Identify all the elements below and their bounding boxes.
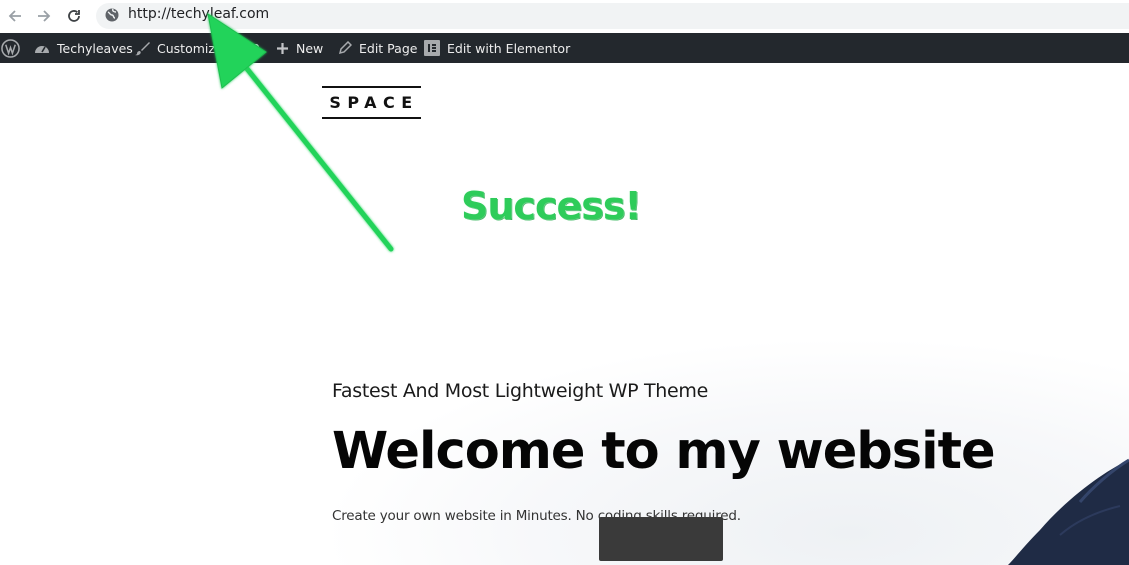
hero-cta-button[interactable] [599, 517, 723, 561]
paintbrush-icon [135, 41, 150, 56]
dashboard-gauge-icon [34, 41, 50, 55]
globe-icon[interactable] [104, 7, 120, 23]
customize-label: Customize [157, 40, 223, 56]
url-text[interactable]: http://techyleaf.com [128, 6, 269, 22]
person-shoulder-image [1008, 458, 1129, 565]
hero-tagline: Fastest And Most Lightweight WP Theme [332, 380, 709, 402]
admin-bar-customize[interactable]: Customize [135, 33, 223, 63]
plus-icon [276, 42, 289, 55]
success-annotation: Success! [461, 184, 642, 228]
browser-toolbar: http://techyleaf.com [0, 0, 1129, 33]
admin-bar-comments[interactable]: 0 [234, 33, 260, 63]
wp-admin-bar: Techyleaves Customize 0 New Edit Page Ed… [0, 33, 1129, 63]
admin-bar-new[interactable]: New [276, 33, 323, 63]
wordpress-logo-icon [1, 38, 20, 58]
reload-icon [66, 8, 82, 24]
edit-page-label: Edit Page [359, 40, 418, 56]
comment-icon [234, 42, 248, 55]
reload-button[interactable] [64, 6, 84, 26]
arrow-right-icon [36, 8, 52, 24]
site-logo[interactable]: SPACE [322, 86, 421, 119]
back-button[interactable] [5, 6, 25, 26]
elementor-icon [424, 40, 440, 56]
admin-bar-edit-page[interactable]: Edit Page [338, 33, 417, 63]
admin-bar-edit-elementor[interactable]: Edit with Elementor [424, 33, 570, 63]
forward-button[interactable] [34, 6, 54, 26]
hero-section [0, 63, 1129, 565]
admin-bar-wordpress-menu[interactable] [1, 33, 27, 63]
hero-headline: Welcome to my website [332, 422, 996, 481]
edit-elementor-label: Edit with Elementor [447, 40, 571, 56]
new-label: New [296, 40, 324, 56]
pencil-icon [338, 41, 352, 55]
admin-bar-site-name[interactable]: Techyleaves [34, 33, 133, 63]
site-name-label: Techyleaves [57, 40, 133, 56]
arrow-left-icon [7, 8, 23, 24]
comment-count: 0 [252, 40, 260, 56]
